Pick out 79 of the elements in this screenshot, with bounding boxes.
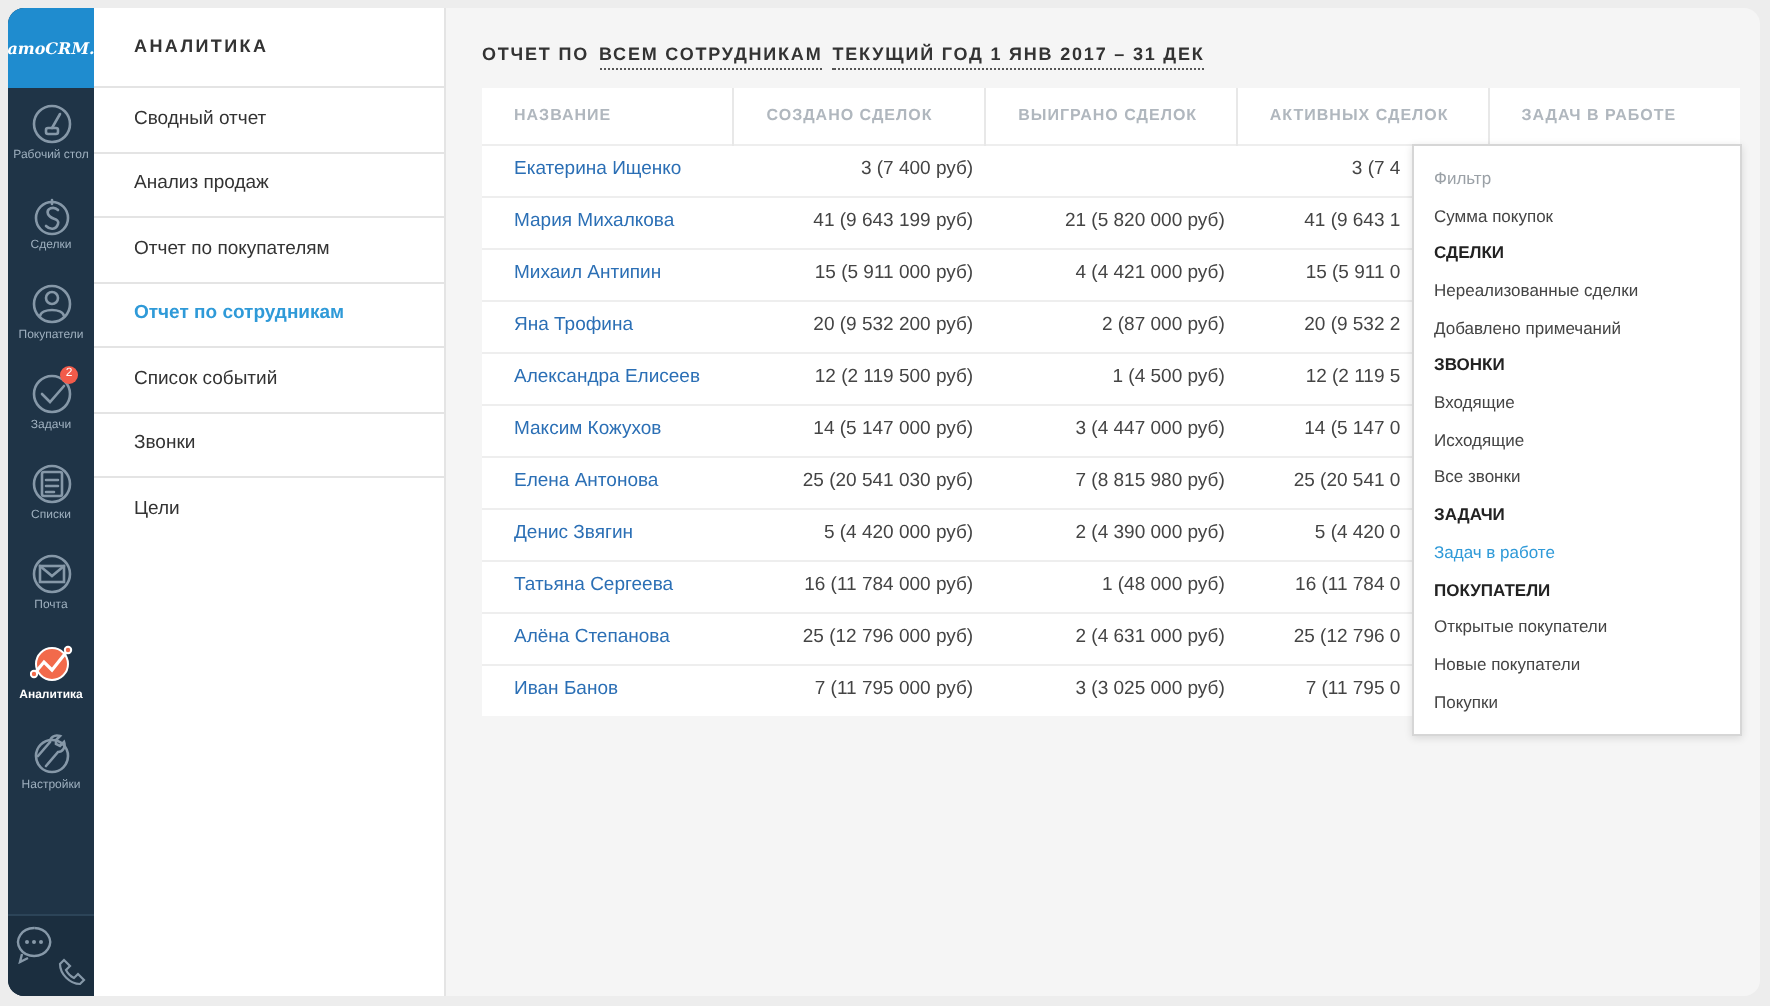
- menu-item[interactable]: Сводный отчет: [94, 88, 444, 153]
- table-cell: 12 (2 119 5: [1305, 365, 1401, 388]
- table-cell: 2 (4 390 000 руб): [1075, 521, 1225, 544]
- menu-option[interactable]: Покупки: [1414, 683, 1740, 721]
- employee-link[interactable]: Александра Елисеев: [514, 365, 701, 388]
- menu-option[interactable]: Открытые покупатели: [1414, 608, 1740, 646]
- table-cell: 41 (9 643 199 руб): [813, 209, 974, 232]
- employee-link[interactable]: Михаил Антипин: [514, 261, 662, 284]
- table-cell: 15 (5 911 000 руб): [814, 261, 974, 284]
- menu-item[interactable]: Анализ продаж: [94, 153, 444, 218]
- envelope-icon: [29, 552, 73, 597]
- employee-link[interactable]: Яна Трофина: [514, 313, 634, 336]
- employee-link[interactable]: Алёна Степанова: [514, 625, 670, 648]
- table-cell: 14 (5 147 000 руб): [813, 417, 974, 440]
- menu-item[interactable]: Отчет по сотрудникам: [94, 283, 444, 348]
- period-filter-link[interactable]: ТЕКУЩИЙ ГОД 1 ЯНВ 2017 – 31 ДЕК: [832, 41, 1205, 71]
- report-title: ОТЧЕТ ПО: [482, 42, 589, 69]
- employee-link[interactable]: Татьяна Сергеева: [514, 573, 674, 596]
- chat-icon[interactable]: [14, 924, 54, 964]
- menu-option[interactable]: Нереализованные сделки: [1414, 272, 1740, 310]
- menu-item[interactable]: Звонки: [94, 413, 444, 478]
- employee-link[interactable]: Денис Звягин: [514, 521, 634, 544]
- menu-option[interactable]: Все звонки: [1414, 459, 1740, 497]
- table-cell: 21 (5 820 000 руб): [1064, 209, 1225, 232]
- table-cell: 14 (5 147 0: [1304, 417, 1401, 440]
- table-cell: 12 (2 119 500 руб): [814, 365, 974, 388]
- table-cell: 20 (9 532 2: [1304, 313, 1401, 336]
- table-cell: 1 (4 500 руб): [1112, 365, 1225, 388]
- table-cell: 3 (3 025 000 руб): [1075, 678, 1225, 701]
- table-cell: 4 (4 421 000 руб): [1075, 261, 1225, 284]
- table-cell: 25 (12 796 000 руб): [802, 625, 974, 648]
- filter-label: Фильтр: [1432, 165, 1494, 192]
- table-cell: 1 (48 000 руб): [1101, 573, 1225, 596]
- table-cell: 3 (7 400 руб): [860, 157, 974, 180]
- employee-link[interactable]: Мария Михалкова: [514, 209, 675, 232]
- checkmark-icon: [29, 372, 73, 417]
- menu-option[interactable]: Добавлено примечаний: [1414, 309, 1740, 347]
- table-cell: 2 (4 631 000 руб): [1075, 625, 1225, 648]
- table-cell: 25 (12 796 0: [1293, 625, 1401, 648]
- table-cell: 3 (4 447 000 руб): [1075, 417, 1225, 440]
- menu-item[interactable]: Отчет по покупателям: [94, 218, 444, 283]
- table-cell: 15 (5 911 0: [1305, 261, 1401, 284]
- employee-link[interactable]: Екатерина Ищенко: [514, 157, 682, 180]
- table-cell: 7 (11 795 000 руб): [814, 678, 974, 701]
- people-icon: [29, 282, 73, 327]
- table-cell: 5 (4 420 000 руб): [823, 521, 974, 544]
- group-heading: ЗВОНКИ: [1432, 352, 1507, 379]
- logo[interactable]: amoCRM.: [8, 36, 95, 60]
- menu-option[interactable]: Исходящие: [1414, 421, 1740, 459]
- table-cell: 16 (11 784 0: [1295, 573, 1401, 596]
- employees-filter-link[interactable]: ВСЕМ СОТРУДНИКАМ: [599, 41, 823, 71]
- dashboard-icon: [29, 102, 73, 147]
- employee-link[interactable]: Максим Кожухов: [514, 417, 662, 440]
- table-cell: 2 (87 000 руб): [1101, 313, 1225, 336]
- employee-link[interactable]: Елена Антонова: [514, 469, 659, 492]
- table-cell: 3 (7 4: [1351, 157, 1401, 180]
- group-heading: ПОКУПАТЕЛИ: [1432, 577, 1553, 604]
- menu-option[interactable]: Сумма покупок: [1414, 197, 1740, 235]
- list-icon: [29, 462, 73, 507]
- chart-icon: [29, 642, 73, 687]
- table-cell: 25 (20 541 0: [1293, 469, 1401, 492]
- table-cell: 25 (20 541 030 руб): [802, 469, 974, 492]
- table-cell: 7 (8 815 980 руб): [1075, 469, 1225, 492]
- menu-item[interactable]: Цели: [94, 478, 444, 543]
- group-heading: ЗАДАЧИ: [1432, 502, 1507, 529]
- table-cell: 16 (11 784 000 руб): [804, 573, 974, 596]
- menu-item[interactable]: Список событий: [94, 348, 444, 413]
- section-title: АНАЛИТИКА: [94, 8, 444, 88]
- wrench-icon: [29, 732, 73, 777]
- table-cell: 5 (4 420 0: [1314, 521, 1401, 544]
- phone-icon[interactable]: [56, 956, 88, 988]
- menu-option[interactable]: Задач в работе: [1414, 533, 1740, 572]
- group-heading: СДЕЛКИ: [1432, 240, 1507, 267]
- table-cell: 20 (9 532 200 руб): [813, 313, 974, 336]
- menu-option[interactable]: Входящие: [1414, 384, 1740, 422]
- menu-option[interactable]: Новые покупатели: [1414, 645, 1740, 684]
- table-cell: 41 (9 643 1: [1304, 209, 1401, 232]
- employee-link[interactable]: Иван Банов: [514, 678, 619, 701]
- table-cell: 7 (11 795 0: [1305, 678, 1401, 701]
